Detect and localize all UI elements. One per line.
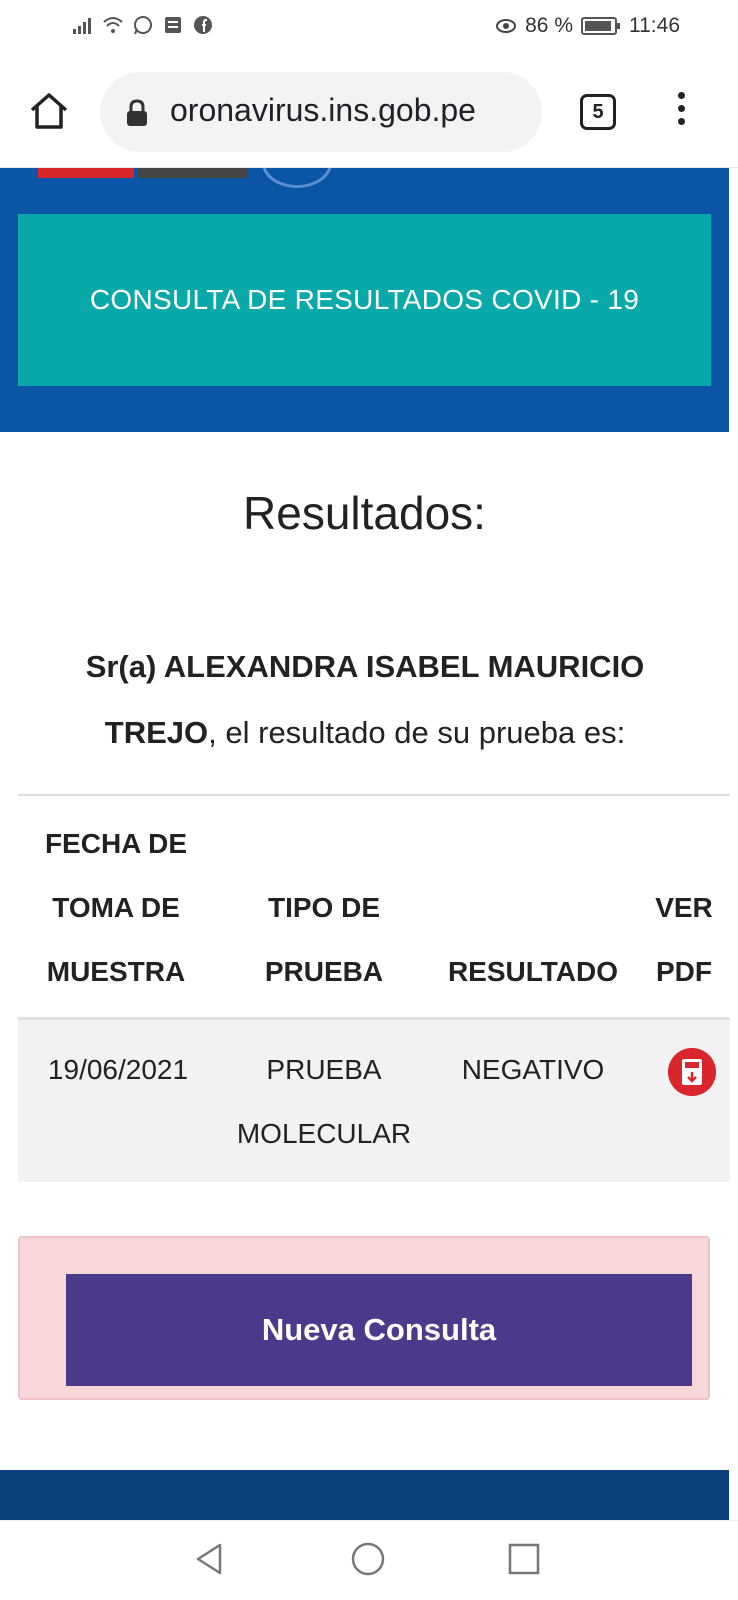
page-title: Resultados:	[243, 487, 486, 539]
address-bar[interactable]: oronavirus.ins.gob.pe	[100, 72, 542, 152]
whatsapp-icon	[134, 16, 152, 35]
system-nav-bar	[0, 1520, 738, 1600]
header-fecha: FECHA DE TOMA DE MUESTRA	[44, 828, 188, 987]
table-header: FECHA DE TOMA DE MUESTRA TIPO DE PRUEBA …	[18, 796, 730, 1020]
browser-toolbar: oronavirus.ins.gob.pe 5	[0, 56, 738, 168]
ministry-seal-icon	[262, 168, 332, 188]
header-tipo: TIPO DE PRUEBA	[264, 892, 384, 987]
eye-icon	[496, 19, 517, 33]
greeting-text: Sr(a) ALEXANDRA ISABEL MAURICIO TREJO, e…	[30, 634, 700, 766]
recents-nav-icon[interactable]	[504, 1539, 544, 1579]
system-status: 86 % 11:46	[495, 14, 680, 38]
signal-icon	[73, 18, 91, 34]
header-pdf: VER PDF	[655, 892, 713, 987]
home-nav-icon[interactable]	[348, 1539, 388, 1579]
battery-percent: 86 %	[525, 14, 573, 37]
results-table: FECHA DE TOMA DE MUESTRA TIPO DE PRUEBA …	[18, 794, 730, 1182]
government-logo	[38, 168, 248, 178]
site-header: CONSULTA DE RESULTADOS COVID - 19	[0, 168, 729, 432]
nueva-consulta-button[interactable]: Nueva Consulta	[66, 1274, 692, 1386]
cell-tipo: PRUEBA MOLECULAR	[236, 1054, 412, 1149]
lock-icon	[127, 99, 147, 126]
wifi-icon	[103, 17, 123, 33]
status-bar: 86 % 11:46	[0, 0, 738, 56]
nueva-consulta-panel: Nueva Consulta	[18, 1236, 710, 1400]
message-icon	[165, 17, 181, 33]
home-icon[interactable]	[28, 90, 70, 132]
facebook-icon	[194, 16, 212, 34]
web-page: CONSULTA DE RESULTADOS COVID - 19 Result…	[0, 168, 738, 1520]
notification-icons	[72, 14, 214, 36]
overflow-menu-icon[interactable]	[666, 92, 696, 132]
clock: 11:46	[629, 14, 680, 37]
header-resultado: RESULTADO	[447, 956, 619, 987]
consulta-banner: CONSULTA DE RESULTADOS COVID - 19	[18, 214, 711, 386]
back-nav-icon[interactable]	[190, 1539, 230, 1579]
table-row: 19/06/2021 PRUEBA MOLECULAR NEGATIVO	[18, 1020, 730, 1182]
cell-fecha: 19/06/2021	[47, 1054, 189, 1085]
cell-resultado: NEGATIVO	[461, 1054, 605, 1085]
pdf-download-icon[interactable]	[668, 1048, 716, 1096]
site-footer	[0, 1470, 729, 1520]
tab-switcher-button[interactable]: 5	[580, 94, 616, 130]
greeting-suffix: , el resultado de su prueba es:	[208, 715, 626, 750]
url-text: oronavirus.ins.gob.pe	[170, 92, 476, 128]
battery-icon	[581, 17, 620, 35]
banner-title: CONSULTA DE RESULTADOS COVID - 19	[89, 284, 640, 315]
